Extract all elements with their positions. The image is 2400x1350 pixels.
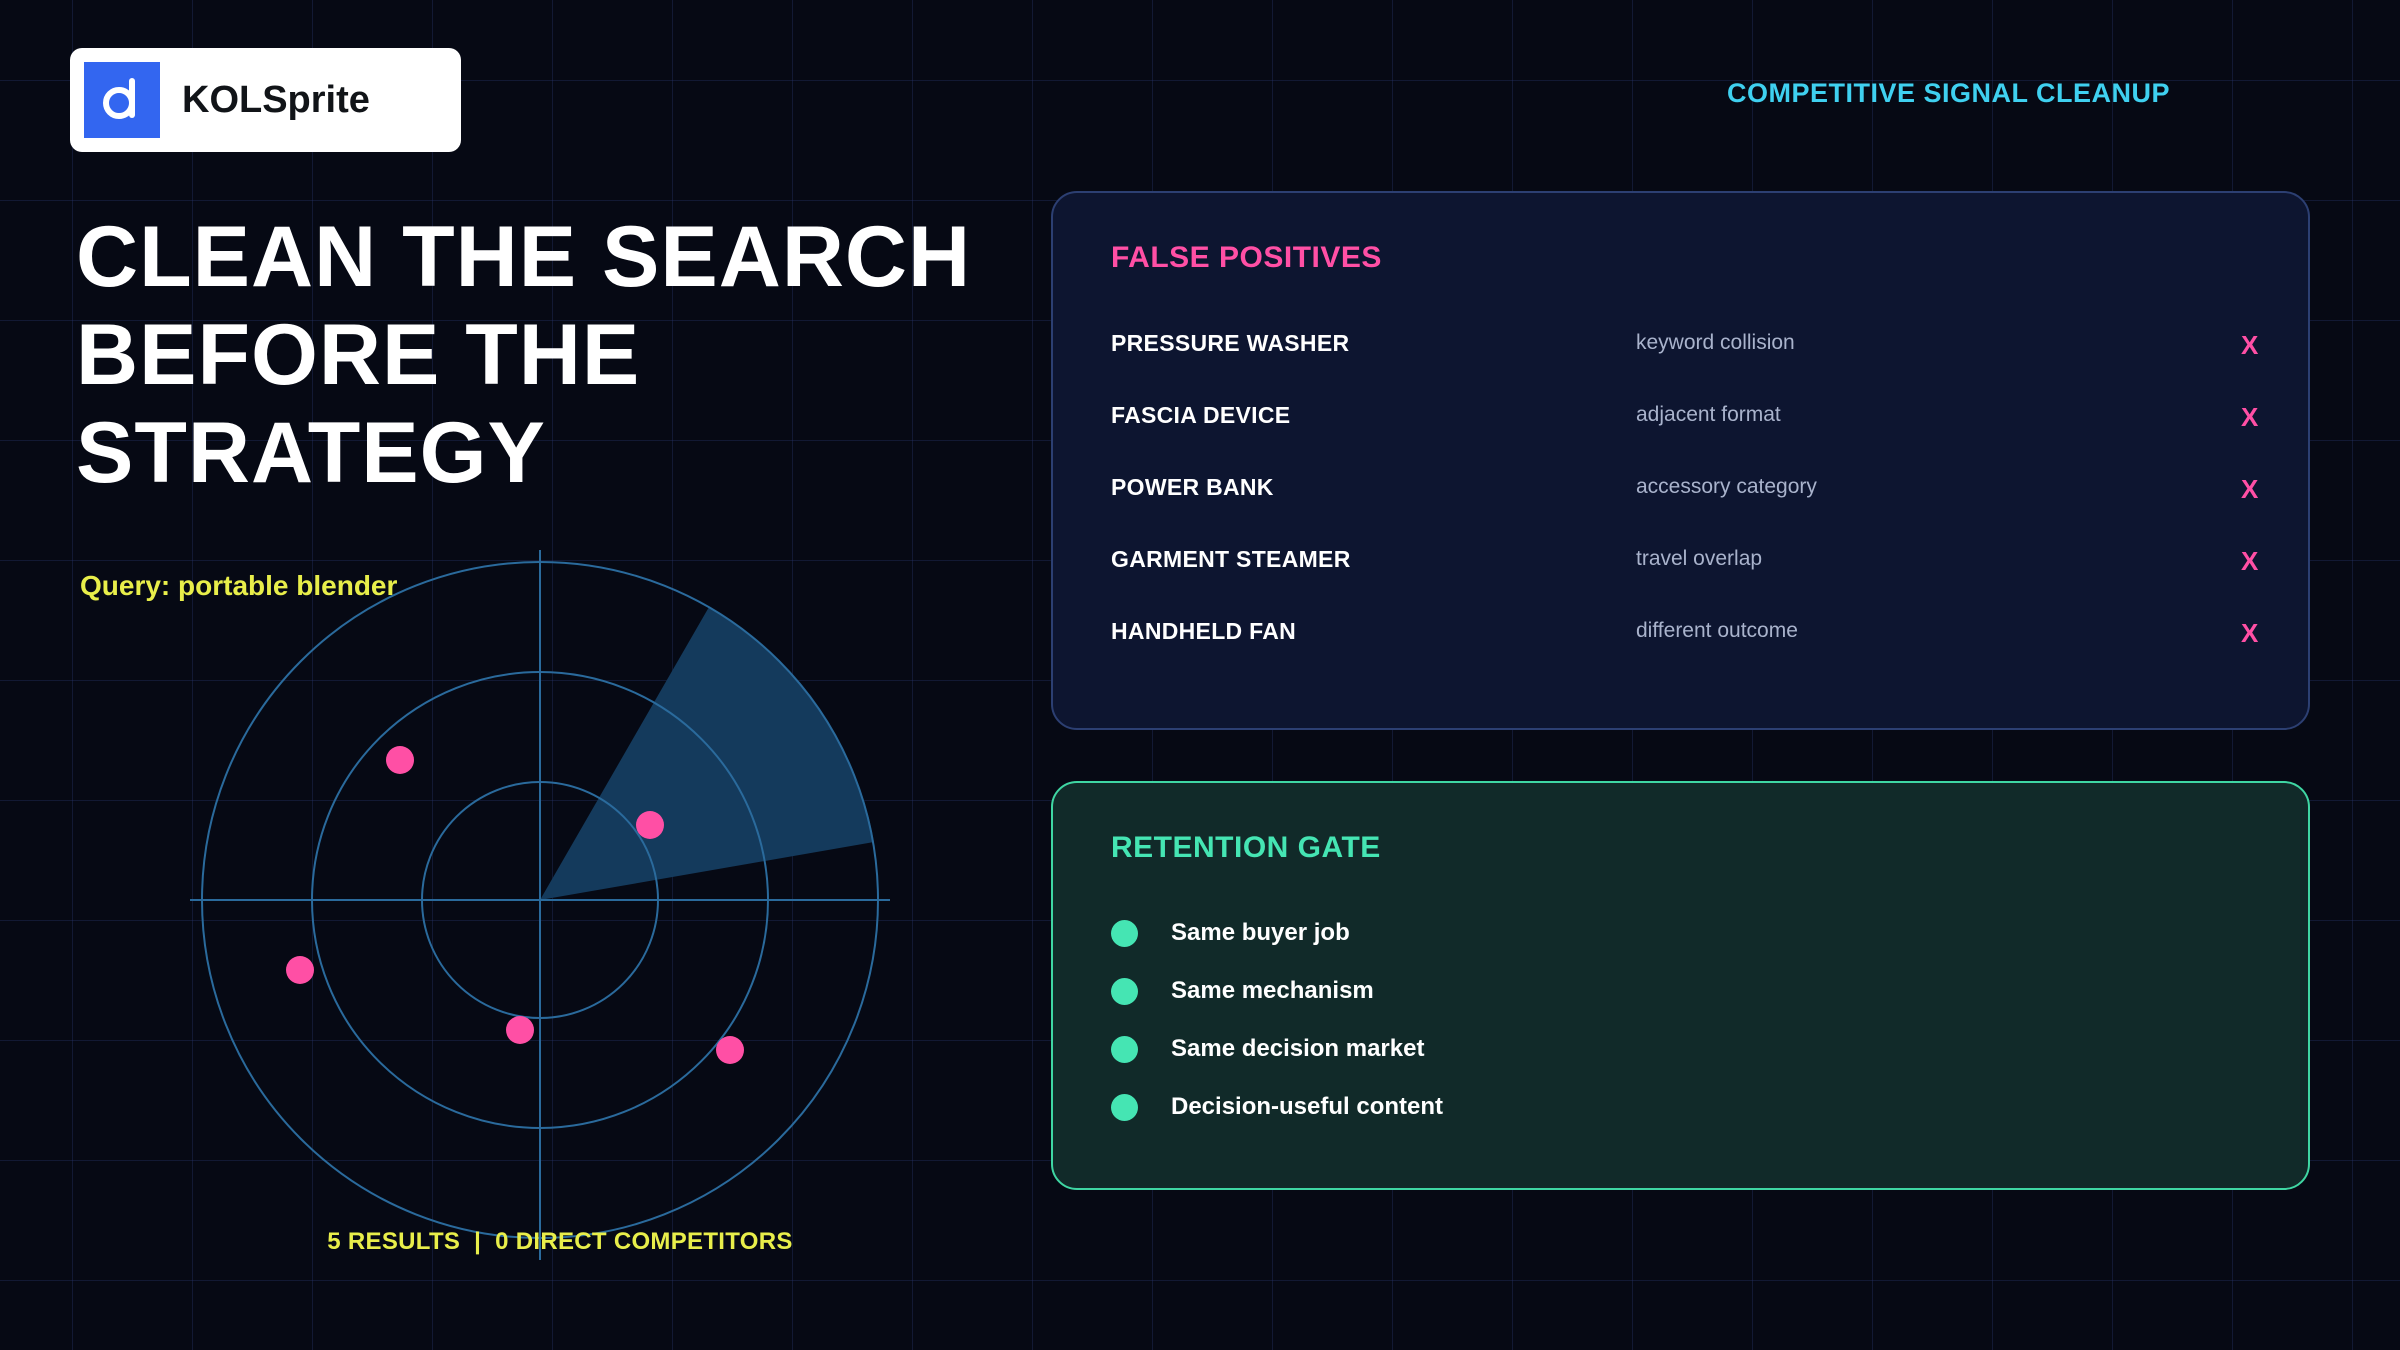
radar-point xyxy=(286,956,314,984)
reject-mark-icon: X xyxy=(2241,546,2259,576)
retention-criterion-label: Same decision market xyxy=(1171,1035,1425,1062)
false-positive-reason: travel overlap xyxy=(1636,547,1763,570)
reject-mark-icon: X xyxy=(2241,330,2259,360)
false-positive-reason: accessory category xyxy=(1636,475,1817,498)
bullet-dot-icon xyxy=(1111,1035,1138,1063)
reject-mark-icon: X xyxy=(2241,402,2259,432)
false-positives-panel: FALSE POSITIVES PRESSURE WASHER keyword … xyxy=(1051,191,2310,730)
retention-criterion: Same buyer job xyxy=(1111,913,1350,953)
false-positive-name: HANDHELD FAN xyxy=(1111,618,1297,644)
false-positive-reason: adjacent format xyxy=(1636,403,1781,426)
reject-mark-icon: X xyxy=(2241,618,2259,648)
retention-criterion-label: Same mechanism xyxy=(1171,977,1374,1004)
bullet-dot-icon xyxy=(1111,1093,1138,1121)
radar-point xyxy=(386,746,414,774)
retention-gate-title: RETENTION GATE xyxy=(1111,831,1381,864)
radar-caption: 5 RESULTS | 0 DIRECT COMPETITORS xyxy=(327,1228,793,1255)
retention-criterion-label: Decision-useful content xyxy=(1171,1093,1444,1120)
retention-criterion: Same decision market xyxy=(1111,1029,1424,1069)
false-positive-name: GARMENT STEAMER xyxy=(1111,546,1351,572)
brand-logo-card[interactable]: KOLSprite xyxy=(70,48,461,152)
bullet-dot-icon xyxy=(1111,919,1138,947)
retention-gate-panel: RETENTION GATE Same buyer job Same mecha… xyxy=(1051,781,2310,1190)
false-positives-title: FALSE POSITIVES xyxy=(1111,241,1382,274)
false-positive-row: GARMENT STEAMER travel overlap X xyxy=(1111,546,2271,586)
retention-criterion-label: Same buyer job xyxy=(1171,919,1350,946)
radar-sweep xyxy=(540,607,874,900)
retention-criterion: Decision-useful content xyxy=(1111,1087,1443,1127)
bullet-dot-icon xyxy=(1111,977,1138,1005)
reject-mark-icon: X xyxy=(2241,474,2259,504)
false-positive-name: POWER BANK xyxy=(1111,474,1274,500)
radar-point xyxy=(716,1036,744,1064)
false-positive-name: PRESSURE WASHER xyxy=(1111,330,1350,356)
headline-line-3: STRATEGY xyxy=(76,405,546,501)
false-positive-row: PRESSURE WASHER keyword collision X xyxy=(1111,330,2271,370)
false-positive-reason: keyword collision xyxy=(1636,331,1795,354)
false-positive-row: HANDHELD FAN different outcome X xyxy=(1111,618,2271,658)
false-positive-reason: different outcome xyxy=(1636,619,1798,642)
radar-point xyxy=(506,1016,534,1044)
false-positive-row: FASCIA DEVICE adjacent format X xyxy=(1111,402,2271,442)
kolsprite-logo-icon xyxy=(84,62,160,138)
radar-graphic xyxy=(190,550,890,1260)
false-positive-row: POWER BANK accessory category X xyxy=(1111,474,2271,514)
false-positive-name: FASCIA DEVICE xyxy=(1111,402,1291,428)
search-query-label: Query: portable blender xyxy=(80,570,398,601)
section-tag: COMPETITIVE SIGNAL CLEANUP xyxy=(1726,78,2170,108)
brand-name: KOLSprite xyxy=(182,78,370,121)
retention-criterion: Same mechanism xyxy=(1111,971,1374,1011)
page-headline: CLEAN THE SEARCH BEFORE THE STRATEGY xyxy=(76,208,976,502)
radar-point xyxy=(636,811,664,839)
headline-line-1: CLEAN THE SEARCH xyxy=(76,209,972,305)
headline-line-2: BEFORE THE xyxy=(76,307,641,403)
